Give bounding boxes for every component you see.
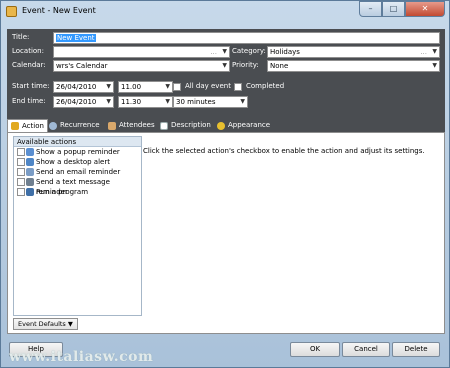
category-browse-icon[interactable]: ... (420, 47, 427, 57)
duration-select[interactable]: 30 minutes ▼ (173, 96, 248, 108)
duration-value: 30 minutes (176, 98, 216, 106)
chevron-down-icon: ▼ (67, 320, 73, 328)
alert-icon (26, 158, 34, 166)
location-label: Location: (12, 47, 44, 55)
tab-action[interactable]: Action (7, 119, 48, 132)
watermark: www.italiasw.com (9, 349, 154, 365)
list-item[interactable]: Show a popup reminder (14, 147, 141, 157)
calendar-select[interactable]: wrs's Calendar ▼ (53, 60, 230, 72)
calendar-value: wrs's Calendar (56, 62, 108, 70)
all-day-label: All day event (185, 82, 231, 90)
location-input[interactable]: ... ▼ (53, 46, 230, 58)
phone-icon (26, 178, 34, 186)
ok-button[interactable]: OK (290, 342, 340, 357)
event-defaults-button[interactable]: Event Defaults ▼ (13, 318, 78, 330)
category-value: Holidays (270, 48, 300, 56)
completed-label: Completed (246, 82, 285, 90)
delete-button[interactable]: Delete (392, 342, 440, 357)
action-checkbox[interactable] (17, 148, 25, 156)
start-time-select[interactable]: 11.00 ▼ (118, 81, 173, 93)
chevron-down-icon[interactable]: ▼ (432, 61, 437, 71)
end-time-label: End time: (12, 97, 46, 105)
recurrence-icon (49, 121, 57, 130)
location-browse-icon[interactable]: ... (210, 47, 217, 57)
all-day-checkbox[interactable] (173, 83, 181, 91)
category-label: Category: (232, 47, 266, 55)
attendees-icon (108, 121, 116, 130)
tab-attendees[interactable]: Attendees (108, 119, 155, 132)
actions-header: Available actions (14, 137, 141, 147)
end-time-value: 11.30 (121, 98, 142, 106)
tab-strip: Action Recurrence Attendees Description … (7, 119, 445, 132)
available-actions-list: Available actions Show a popup reminder … (13, 136, 142, 316)
start-time-value: 11.00 (121, 83, 142, 91)
start-time-label: Start time: (12, 82, 50, 90)
action-checkbox[interactable] (17, 168, 25, 176)
completed-checkbox[interactable] (234, 83, 242, 91)
title-bar[interactable]: Event - New Event – □ ✕ (1, 1, 449, 25)
chevron-down-icon[interactable]: ▼ (222, 47, 227, 57)
window-controls: – □ ✕ (359, 1, 445, 18)
tab-appearance[interactable]: Appearance (217, 119, 270, 132)
tab-label: Action (22, 121, 44, 130)
priority-value: None (270, 62, 289, 70)
event-defaults-label: Event Defaults (18, 320, 66, 328)
email-icon (26, 168, 34, 176)
cancel-button[interactable]: Cancel (342, 342, 390, 357)
chevron-down-icon[interactable]: ▼ (165, 82, 170, 92)
chevron-down-icon[interactable]: ▼ (165, 97, 170, 107)
list-item[interactable]: Send an email reminder (14, 167, 141, 177)
tab-label: Description (171, 121, 211, 129)
action-label: Show a popup reminder (36, 148, 120, 156)
tab-description[interactable]: Description (160, 119, 211, 132)
action-checkbox[interactable] (17, 158, 25, 166)
popup-icon (26, 148, 34, 156)
action-hint-text: Click the selected action's checkbox to … (143, 147, 425, 155)
lightning-icon (11, 122, 19, 130)
tab-label: Attendees (119, 121, 155, 129)
tab-label: Recurrence (60, 121, 100, 129)
event-details-panel: Title: New Event Location: ... ▼ Category… (7, 29, 445, 132)
end-time-select[interactable]: 11.30 ▼ (118, 96, 173, 108)
list-item[interactable]: Show a desktop alert (14, 157, 141, 167)
title-label: Title: (12, 33, 30, 41)
calendar-label: Calendar: (12, 61, 46, 69)
title-value: New Event (56, 34, 96, 42)
category-select[interactable]: Holidays... ▼ (267, 46, 440, 58)
tab-recurrence[interactable]: Recurrence (49, 119, 100, 132)
window-title: Event - New Event (22, 6, 96, 15)
appearance-icon (217, 121, 225, 130)
end-date-value: 26/04/2010 (56, 98, 97, 106)
action-checkbox[interactable] (17, 188, 25, 196)
chevron-down-icon[interactable]: ▼ (432, 47, 437, 57)
end-date-picker[interactable]: 26/04/2010 ▼ (53, 96, 114, 108)
tab-content: Available actions Show a popup reminder … (7, 132, 445, 334)
action-label: Show a desktop alert (36, 158, 110, 166)
description-icon (160, 121, 168, 130)
start-date-picker[interactable]: 26/04/2010 ▼ (53, 81, 114, 93)
title-input[interactable]: New Event (53, 32, 440, 44)
list-item[interactable]: Run a program (14, 187, 141, 197)
chevron-down-icon[interactable]: ▼ (240, 97, 245, 107)
maximize-button[interactable]: □ (382, 1, 405, 17)
chevron-down-icon[interactable]: ▼ (106, 97, 111, 107)
tab-label: Appearance (228, 121, 271, 129)
app-icon (6, 6, 17, 17)
priority-label: Priority: (232, 61, 259, 69)
action-label: Run a program (36, 188, 89, 196)
chevron-down-icon[interactable]: ▼ (106, 82, 111, 92)
action-checkbox[interactable] (17, 178, 25, 186)
priority-select[interactable]: None ▼ (267, 60, 440, 72)
program-icon (26, 188, 34, 196)
list-item[interactable]: Send a text message reminder (14, 177, 141, 196)
chevron-down-icon[interactable]: ▼ (222, 61, 227, 71)
start-date-value: 26/04/2010 (56, 83, 97, 91)
action-label: Send an email reminder (36, 168, 121, 176)
close-button[interactable]: ✕ (405, 1, 445, 17)
minimize-button[interactable]: – (359, 1, 382, 17)
event-window: Event - New Event – □ ✕ Title: New Event… (0, 0, 450, 368)
